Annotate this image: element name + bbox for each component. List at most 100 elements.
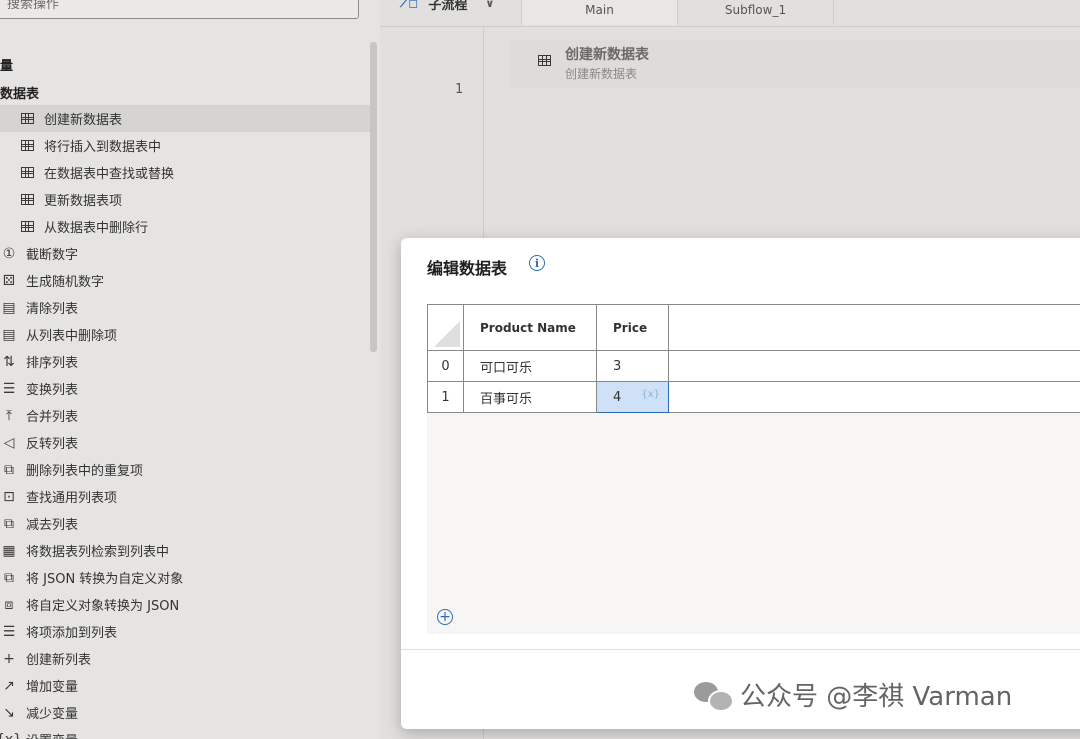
cell-value: 4 (613, 390, 621, 405)
action-item[interactable]: ⧉ 将 JSON 转换为自定义对象 (0, 564, 370, 591)
action-item[interactable]: ↘减少变量 (0, 699, 370, 726)
wechat-icon (694, 680, 732, 710)
actions-pane: 量 数据表 创建新数据表将行插入到数据表中在数据表中查找或替换更新数据表项从数据… (0, 0, 380, 739)
add-row-icon[interactable]: + (437, 609, 453, 625)
action-item[interactable]: ⇅排序列表 (0, 348, 370, 375)
line-number: 1 (455, 82, 463, 97)
action-label: 合并列表 (26, 406, 78, 425)
action-item[interactable]: ▤ 清除列表 (0, 294, 370, 321)
action-item[interactable]: ↗ 增加变量 (0, 672, 370, 699)
action-label: 删除列表中的重复项 (26, 460, 143, 479)
table-icon (538, 55, 551, 66)
action-item[interactable]: ①截断数字 (0, 240, 370, 267)
row-index[interactable]: 0 (428, 351, 464, 382)
action-item[interactable]: ◁ 反转列表 (0, 429, 370, 456)
add-to-list-icon: ☰ (0, 624, 18, 640)
category-variables[interactable]: 量 (0, 55, 13, 74)
random-icon: ⚄ (0, 273, 18, 289)
action-item[interactable]: + 创建新列表 (0, 645, 370, 672)
action-label: 创建新列表 (26, 649, 91, 668)
search-actions-input[interactable] (0, 0, 358, 18)
watermark: 公众号 @李祺 Varman (694, 676, 1012, 713)
action-item[interactable]: 创建新数据表 (0, 105, 370, 132)
table-cell-price[interactable]: 3 (597, 351, 669, 382)
action-label: 将行插入到数据表中 (44, 136, 161, 155)
search-actions-box[interactable] (0, 0, 359, 19)
tab-subflow-1[interactable]: Subflow_1 (678, 0, 834, 25)
action-label: 变换列表 (26, 379, 78, 398)
action-item[interactable]: ▦ 将数据表列检索到列表中 (0, 537, 370, 564)
retrieve-column-icon: ▦ (0, 543, 18, 559)
decrease-icon: ↘ (0, 705, 18, 721)
select-all-corner[interactable] (428, 305, 464, 351)
action-item[interactable]: ⤒ 合并列表 (0, 402, 370, 429)
sort-icon: ⇅ (0, 354, 18, 370)
table-cell-empty (669, 382, 1080, 413)
table-icon (18, 111, 36, 127)
table-row: 0 可口可乐 3 (428, 351, 1080, 382)
action-label: 反转列表 (26, 433, 78, 452)
column-header-product-name[interactable]: Product Name (464, 305, 597, 351)
remove-item-icon: ▤ (0, 327, 18, 343)
variable-icon[interactable]: {x} (641, 389, 660, 400)
increase-icon: ↗ (0, 678, 18, 694)
action-item[interactable]: 在数据表中查找或替换 (0, 159, 370, 186)
action-label: 将项添加到列表 (26, 622, 117, 641)
action-item[interactable]: ⊡查找通用列表项 (0, 483, 370, 510)
dedupe-icon: ⧉ (0, 462, 18, 478)
subtract-list-icon: ⧉ (0, 516, 18, 532)
watermark-text: 公众号 @李祺 Varman (740, 676, 1012, 713)
table-cell-name[interactable]: 可口可乐 (464, 351, 597, 382)
table-icon (18, 219, 36, 235)
reverse-icon: ◁ (0, 435, 18, 451)
table-cell-name[interactable]: 百事可乐 (464, 382, 597, 413)
subflow-icon: ⟋◻ (400, 0, 418, 11)
step-title: 创建新数据表 (565, 44, 649, 64)
action-item[interactable]: {x}设置变量 (0, 726, 370, 739)
table-icon (18, 192, 36, 208)
action-label: 设置变量 (26, 730, 78, 739)
clear-list-icon: ▤ (0, 300, 18, 316)
column-header-price[interactable]: Price (597, 305, 669, 351)
chevron-down-icon: ∨ (485, 0, 494, 10)
action-item[interactable]: ⚄ 生成随机数字 (0, 267, 370, 294)
action-label: 将数据表列检索到列表中 (26, 541, 169, 560)
action-item[interactable]: 更新数据表项 (0, 186, 370, 213)
action-item[interactable]: ⧉减去列表 (0, 510, 370, 537)
plus-icon: + (0, 651, 18, 667)
action-label: 将 JSON 转换为自定义对象 (26, 568, 183, 587)
action-item[interactable]: 从数据表中删除行 (0, 213, 370, 240)
row-index[interactable]: 1 (428, 382, 464, 413)
action-item[interactable]: ☰ 变换列表 (0, 375, 370, 402)
table-icon (18, 165, 36, 181)
json-to-object-icon: ⧉ (0, 570, 18, 586)
datatable-editor: Product Name Price 0 可口可乐 3 1 百事可乐 4{x} … (427, 304, 1080, 634)
action-item[interactable]: ▤从列表中删除项 (0, 321, 370, 348)
category-datatable[interactable]: 数据表 (0, 83, 39, 102)
object-to-json-icon: ⧈ (0, 597, 18, 613)
number-circle-icon: ① (0, 246, 18, 262)
action-item[interactable]: ⧉ 删除列表中的重复项 (0, 456, 370, 483)
subflows-dropdown[interactable]: ⟋◻ 子流程 ∨ (400, 0, 494, 13)
dialog-title: 编辑数据表 (427, 255, 507, 279)
info-icon[interactable]: i (529, 255, 545, 271)
action-item[interactable]: ☰ 将项添加到列表 (0, 618, 370, 645)
action-label: 生成随机数字 (26, 271, 104, 290)
dialog-footer: 公众号 @李祺 Varman (401, 649, 1080, 729)
tab-main[interactable]: Main (521, 0, 678, 25)
action-item[interactable]: 将行插入到数据表中 (0, 132, 370, 159)
action-label: 增加变量 (26, 676, 78, 695)
table-cell-price-active[interactable]: 4 {x} (597, 382, 669, 413)
actions-scrollbar[interactable] (370, 42, 377, 352)
table-icon (18, 138, 36, 154)
action-item[interactable]: ⧈将自定义对象转换为 JSON (0, 591, 370, 618)
step-subtitle: 创建新数据表 (565, 65, 637, 82)
action-label: 创建新数据表 (44, 109, 122, 128)
action-label: 清除列表 (26, 298, 78, 317)
shuffle-icon: ☰ (0, 381, 18, 397)
merge-icon: ⤒ (0, 408, 18, 424)
subflow-tabbar: ⟋◻ 子流程 ∨ Main Subflow_1 (380, 0, 1080, 27)
flow-step-create-datatable[interactable]: 创建新数据表 创建新数据表 (510, 40, 1080, 88)
header-row: Product Name Price (428, 305, 1080, 351)
table-cell-empty (669, 351, 1080, 382)
